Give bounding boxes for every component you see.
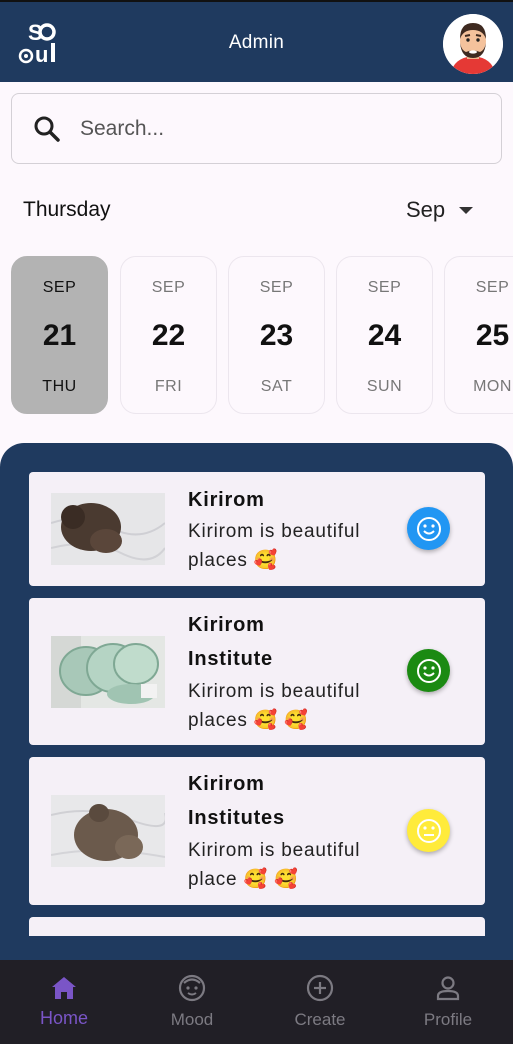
add-circle-icon: [306, 974, 334, 1002]
nav-profile[interactable]: Profile: [384, 960, 512, 1044]
month-dropdown[interactable]: Sep: [406, 197, 474, 223]
post-title: Kirirom Institutes: [188, 773, 285, 829]
date-day: 21: [42, 319, 77, 352]
neutral-face-icon: [416, 818, 441, 843]
nav-label: Create: [294, 1010, 346, 1029]
date-day: 23: [259, 319, 294, 352]
date-card[interactable]: SEP 22 FRI: [120, 256, 217, 414]
nav-label: Home: [39, 1008, 88, 1028]
date-card[interactable]: SEP 25 MON: [444, 256, 513, 414]
date-weekday: MON: [473, 378, 512, 395]
date-month: SEP: [151, 279, 186, 296]
post-body: Kirirom is beautiful place 🥰 🥰: [188, 840, 361, 890]
date-weekday: SAT: [260, 378, 293, 395]
search-bar[interactable]: [11, 93, 502, 164]
post-image: [51, 636, 165, 708]
face-icon: [178, 974, 206, 1002]
selected-day-label: Thursday: [23, 198, 111, 221]
date-day: 22: [151, 319, 186, 352]
search-icon: [34, 116, 60, 142]
smiley-icon: [416, 516, 441, 541]
date-month: SEP: [367, 279, 402, 296]
page-title: Admin: [228, 32, 285, 53]
nav-label: Profile: [423, 1010, 473, 1029]
date-month: SEP: [42, 279, 77, 296]
mood-happy-button[interactable]: [407, 649, 450, 692]
home-icon: [52, 977, 76, 999]
post-title: Kirirom Institute: [188, 614, 273, 670]
post-body: Kirirom is beautiful places 🥰 🥰: [188, 681, 361, 731]
feed-fade: [0, 936, 513, 963]
month-dropdown-value: Sep: [406, 197, 446, 222]
post-image: [51, 795, 165, 867]
mood-happy-button[interactable]: [407, 507, 450, 550]
date-card[interactable]: SEP 21 THU: [11, 256, 108, 414]
date-weekday: FRI: [154, 378, 183, 395]
date-month: SEP: [259, 279, 294, 296]
nav-label: Mood: [170, 1010, 214, 1029]
nav-create[interactable]: Create: [256, 960, 384, 1044]
date-strip[interactable]: SEP 21 THU SEP 22 FRI SEP 23 SAT SEP 24 …: [0, 255, 513, 417]
post-image: [51, 493, 165, 565]
date-card[interactable]: SEP 24 SUN: [336, 256, 433, 414]
post-card[interactable]: Kirirom Kirirom is beautiful places 🥰: [29, 472, 485, 586]
post-card[interactable]: Kirirom Institutes Kirirom is beautiful …: [29, 757, 485, 905]
bottom-navigation: Home Mood Create Profile: [0, 960, 513, 1044]
chevron-down-icon: [459, 206, 474, 214]
date-day: 24: [367, 319, 402, 352]
nav-mood[interactable]: Mood: [128, 960, 256, 1044]
search-input[interactable]: [80, 112, 480, 146]
date-month: SEP: [475, 279, 510, 296]
app-bar: S u Admin: [0, 0, 513, 82]
nav-home[interactable]: Home: [0, 960, 128, 1044]
feed-panel: Kirirom Kirirom is beautiful places 🥰 Ki…: [0, 443, 513, 963]
post-card[interactable]: Kirirom Institute Kirirom is beautiful p…: [29, 598, 485, 745]
post-body: Kirirom is beautiful places 🥰: [188, 521, 361, 571]
person-icon: [436, 976, 460, 1001]
date-day: 25: [475, 319, 510, 352]
date-weekday: SUN: [366, 378, 403, 395]
mood-neutral-button[interactable]: [407, 809, 450, 852]
avatar[interactable]: [443, 14, 503, 74]
date-card[interactable]: SEP 23 SAT: [228, 256, 325, 414]
date-weekday: THU: [42, 378, 77, 395]
post-title: Kirirom: [188, 489, 265, 511]
smiley-icon: [416, 658, 441, 683]
